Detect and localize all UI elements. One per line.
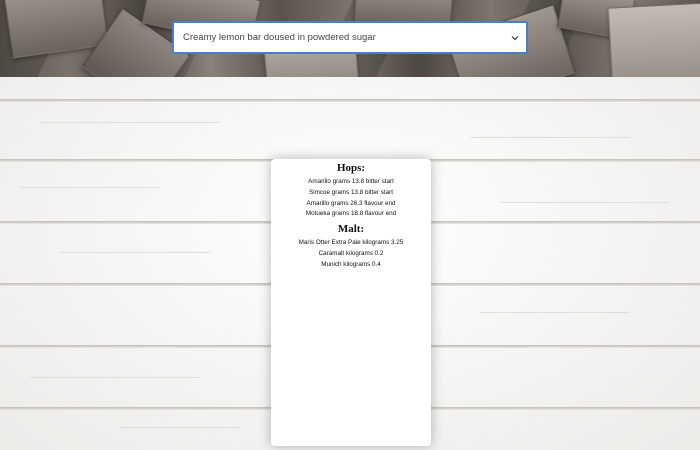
malt-item: Munich kilograms 0.4 [321,260,381,268]
recipe-select[interactable]: Creamy lemon bar doused in powdered suga… [172,21,528,54]
wood-grain [120,427,240,428]
recipe-select-value: Creamy lemon bar doused in powdered suga… [183,32,376,43]
hops-item: Motueka grams 18.8 flavour end [305,210,397,218]
wood-grain [20,187,160,188]
header-banner-image: Creamy lemon bar doused in powdered suga… [0,0,700,77]
plank-seam [0,99,700,102]
hops-item: Simcoe grams 13.8 bitter start [309,188,393,196]
malt-item: Caramalt kilograms 0.2 [318,249,384,257]
wood-grain [500,202,670,203]
hops-item: Amarillo grams 26.3 flavour end [306,199,396,207]
wood-grain [60,252,210,253]
hops-heading: Hops: [336,162,366,174]
chevron-down-icon[interactable] [510,33,520,43]
wood-grain [470,137,630,138]
recipe-card: Hops: Amarillo grams 13.8 bitter start S… [271,159,431,446]
wood-block [608,2,700,77]
malt-heading: Malt: [337,223,365,236]
wood-grain [30,377,200,378]
hops-item: Amarillo grams 13.8 bitter start [308,178,394,185]
wood-grain [40,122,220,123]
wood-grain [480,312,630,313]
malt-item: Maris Otter Extra Pale kilograms 3.25 [298,239,404,247]
